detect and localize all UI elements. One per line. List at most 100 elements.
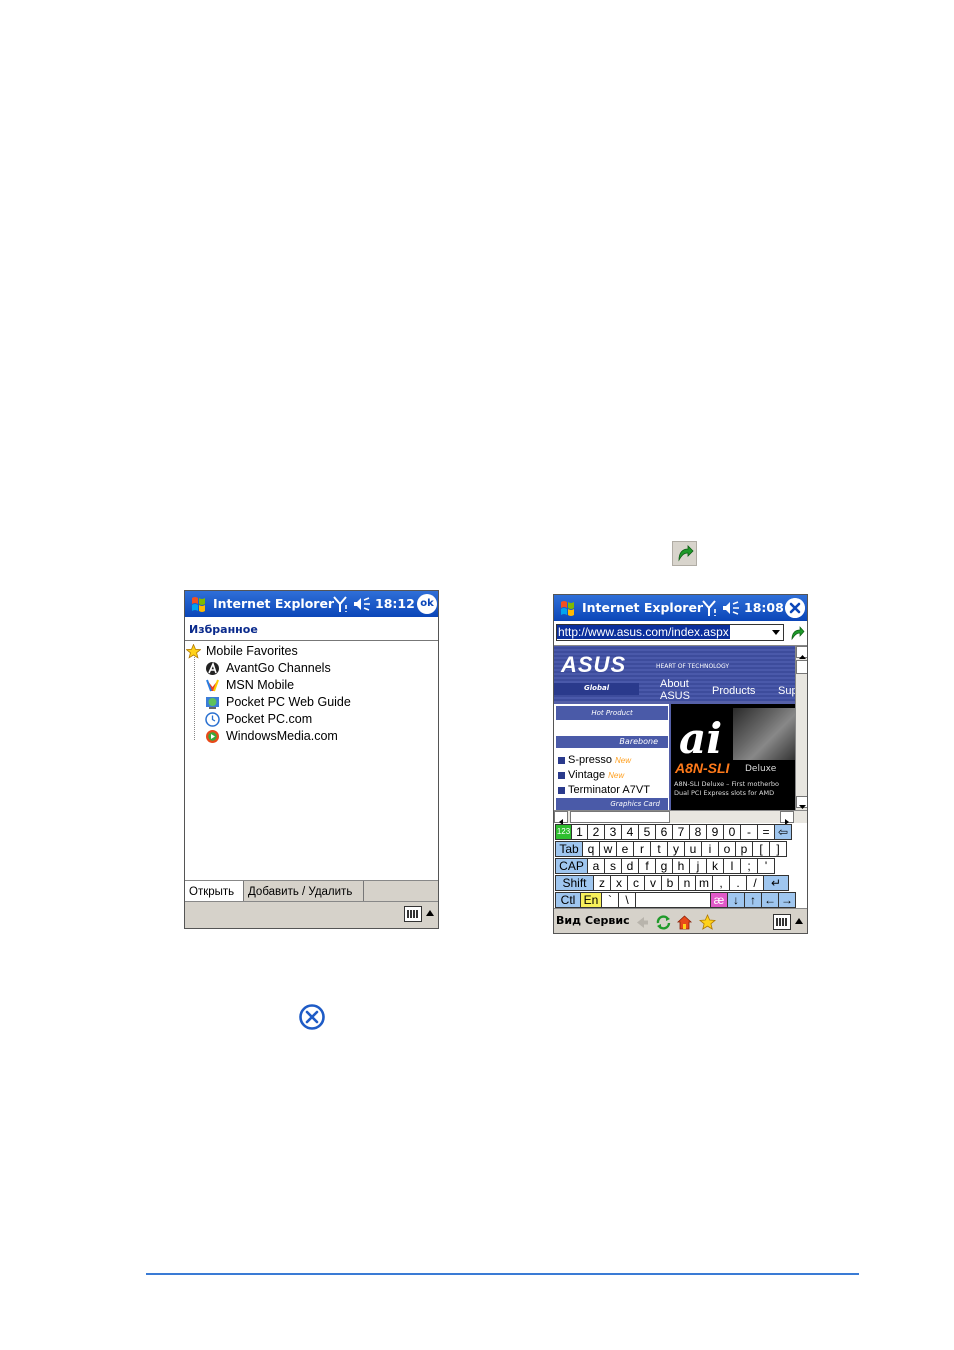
back-arrow-icon[interactable] bbox=[634, 914, 651, 931]
key[interactable]: u bbox=[684, 841, 702, 857]
chevron-down-icon[interactable] bbox=[769, 625, 783, 640]
key[interactable]: k bbox=[706, 858, 724, 874]
key[interactable]: m bbox=[695, 875, 713, 891]
scroll-left-button[interactable] bbox=[554, 811, 568, 825]
key[interactable]: e bbox=[616, 841, 634, 857]
key[interactable]: x bbox=[610, 875, 628, 891]
key[interactable]: 5 bbox=[638, 824, 656, 840]
ok-button[interactable]: ok bbox=[417, 594, 437, 614]
product-link[interactable]: S-presso New bbox=[558, 754, 631, 766]
global-link[interactable]: Global bbox=[584, 684, 609, 692]
asus-logo[interactable]: ASUS bbox=[561, 652, 626, 678]
scroll-thumb[interactable] bbox=[796, 660, 807, 674]
key[interactable]: i bbox=[701, 841, 719, 857]
key[interactable]: v bbox=[644, 875, 662, 891]
promo-banner[interactable]: ai A8N-SLI Deluxe A8N-SLI Deluxe – First… bbox=[671, 704, 795, 810]
scroll-down-button[interactable] bbox=[796, 796, 807, 809]
key[interactable]: Ctl bbox=[555, 892, 581, 908]
go-arrow-icon[interactable] bbox=[788, 624, 806, 642]
tab-add-remove[interactable]: Добавить / Удалить bbox=[244, 881, 364, 903]
windows-start-icon[interactable] bbox=[189, 594, 209, 614]
keyboard-icon[interactable] bbox=[404, 906, 422, 922]
key[interactable]: ↑ bbox=[744, 892, 762, 908]
key[interactable]: 4 bbox=[621, 824, 639, 840]
tab-open[interactable]: Открыть bbox=[185, 881, 244, 903]
favorites-star-icon[interactable] bbox=[699, 914, 716, 931]
clock-time[interactable]: 18:12 bbox=[375, 596, 415, 611]
key[interactable]: 2 bbox=[587, 824, 605, 840]
key[interactable]: f bbox=[638, 858, 656, 874]
key[interactable]: l bbox=[723, 858, 741, 874]
menu-tools[interactable]: Сервис bbox=[585, 914, 630, 927]
input-menu-arrow-icon[interactable] bbox=[795, 918, 803, 924]
refresh-icon[interactable] bbox=[655, 914, 672, 931]
product-link[interactable]: Terminator A7VT bbox=[558, 784, 650, 796]
key[interactable]: 6 bbox=[655, 824, 673, 840]
key[interactable]: s bbox=[604, 858, 622, 874]
key[interactable]: 123 bbox=[555, 824, 572, 840]
signal-antenna-icon[interactable] bbox=[332, 595, 348, 613]
graphics-card-header[interactable]: Graphics Card bbox=[556, 798, 668, 810]
key[interactable]: p bbox=[735, 841, 753, 857]
key[interactable]: g bbox=[655, 858, 673, 874]
key[interactable]: c bbox=[627, 875, 645, 891]
key[interactable]: ↵ bbox=[763, 875, 789, 891]
key[interactable]: b bbox=[661, 875, 679, 891]
address-input[interactable]: http://www.asus.com/index.aspx bbox=[556, 624, 784, 641]
barebone-header[interactable]: Barebone bbox=[556, 736, 668, 748]
key[interactable]: , bbox=[712, 875, 730, 891]
key[interactable]: 7 bbox=[672, 824, 690, 840]
key[interactable]: n bbox=[678, 875, 696, 891]
nav-support[interactable]: Sup bbox=[778, 685, 795, 697]
key[interactable]: q bbox=[582, 841, 600, 857]
key[interactable]: CAP bbox=[555, 858, 588, 874]
key[interactable]: ' bbox=[757, 858, 775, 874]
key[interactable]: 1 bbox=[571, 824, 588, 840]
key[interactable]: Shift bbox=[555, 875, 594, 891]
key[interactable]: / bbox=[746, 875, 764, 891]
clock-time[interactable]: 18:08 bbox=[744, 600, 784, 615]
key[interactable]: ← bbox=[761, 892, 779, 908]
keyboard-icon[interactable] bbox=[773, 914, 791, 930]
key[interactable]: - bbox=[740, 824, 758, 840]
key[interactable]: 3 bbox=[604, 824, 622, 840]
horizontal-scrollbar[interactable] bbox=[554, 810, 807, 825]
scroll-right-button[interactable] bbox=[780, 811, 794, 825]
key[interactable]: y bbox=[667, 841, 685, 857]
key[interactable]: 9 bbox=[706, 824, 724, 840]
key[interactable]: 0 bbox=[723, 824, 741, 840]
webpage-viewport[interactable]: ASUS HEART OF TECHNOLOGY Global About AS… bbox=[554, 646, 795, 810]
key[interactable]: r bbox=[633, 841, 651, 857]
menu-view[interactable]: Вид bbox=[556, 914, 581, 927]
hot-product-header[interactable]: Hot Product bbox=[556, 706, 668, 720]
home-icon[interactable] bbox=[676, 914, 693, 931]
scroll-thumb[interactable] bbox=[570, 811, 670, 823]
key[interactable]: En bbox=[580, 892, 602, 908]
key[interactable]: j bbox=[689, 858, 707, 874]
key[interactable]: ⇦ bbox=[774, 824, 792, 840]
speaker-icon[interactable] bbox=[722, 600, 740, 616]
signal-antenna-icon[interactable] bbox=[701, 599, 717, 617]
nav-about[interactable]: About ASUS bbox=[660, 678, 700, 702]
key[interactable]: h bbox=[672, 858, 690, 874]
key[interactable]: w bbox=[599, 841, 617, 857]
product-link[interactable]: Vintage New bbox=[558, 769, 624, 781]
key[interactable]: . bbox=[729, 875, 747, 891]
key[interactable]: = bbox=[757, 824, 775, 840]
key[interactable]: → bbox=[778, 892, 796, 908]
vertical-scrollbar[interactable] bbox=[795, 646, 807, 810]
key[interactable]: t bbox=[650, 841, 668, 857]
input-menu-arrow-icon[interactable] bbox=[426, 910, 434, 916]
key[interactable]: ; bbox=[740, 858, 758, 874]
key[interactable]: ↓ bbox=[727, 892, 745, 908]
key[interactable]: Tab bbox=[555, 841, 583, 857]
scroll-up-button[interactable] bbox=[796, 646, 807, 659]
key[interactable]: o bbox=[718, 841, 736, 857]
key[interactable]: ` bbox=[601, 892, 619, 908]
windows-start-icon[interactable] bbox=[558, 598, 578, 618]
key[interactable]: ] bbox=[769, 841, 787, 857]
key[interactable]: d bbox=[621, 858, 639, 874]
close-button[interactable] bbox=[785, 598, 805, 618]
key[interactable] bbox=[635, 892, 711, 908]
key[interactable]: [ bbox=[752, 841, 770, 857]
